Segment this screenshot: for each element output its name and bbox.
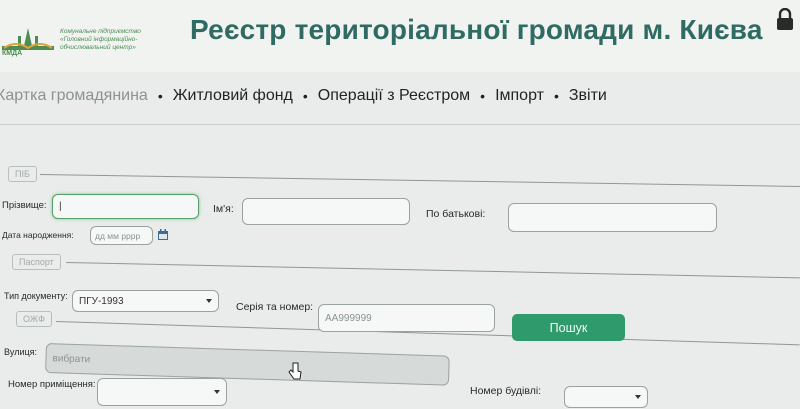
street-label: Вулиця: xyxy=(4,347,38,357)
doc-type-select[interactable]: ПГУ-1993 xyxy=(72,290,219,312)
building-label: Номер будівлі: xyxy=(470,385,542,397)
nav-item-reports[interactable]: Звіти xyxy=(569,87,607,105)
surname-input[interactable]: | xyxy=(52,194,199,219)
chevron-down-icon xyxy=(206,299,212,303)
nav-separator: • xyxy=(480,88,486,104)
patronymic-label: По батькові: xyxy=(426,208,486,220)
nav-item-housing-fund[interactable]: Житловий фонд xyxy=(173,87,293,105)
nav-item-registry-operations[interactable]: Операції з Реєстром xyxy=(318,87,470,105)
nav-separator: • xyxy=(157,88,163,104)
patronymic-input[interactable] xyxy=(508,203,717,232)
series-input[interactable]: АА999999 xyxy=(318,304,495,332)
search-button[interactable]: Пошук xyxy=(512,314,625,341)
birthdate-label: Дата народження: xyxy=(2,230,74,240)
org-line: обчислювальний центр» xyxy=(60,44,136,51)
nav-item-import[interactable]: Імпорт xyxy=(495,87,544,105)
section-passport-legend: Паспорт xyxy=(12,254,61,270)
name-input[interactable] xyxy=(242,198,410,225)
section-pib-legend: ПІБ xyxy=(8,166,37,182)
org-name: Комунальне підприємство «Головний інформ… xyxy=(60,28,160,52)
calendar-icon[interactable] xyxy=(157,229,169,241)
surname-label: Прізвище: xyxy=(2,200,47,211)
doc-type-label: Тип документу: xyxy=(4,291,68,301)
fieldset-border xyxy=(65,262,800,279)
chevron-down-icon xyxy=(214,390,220,394)
logo-caption: КМДА xyxy=(2,50,23,57)
fieldset-border xyxy=(39,174,800,187)
main-nav: Картка громадянина • Житловий фонд • Опе… xyxy=(0,78,800,114)
chevron-down-icon xyxy=(635,395,641,399)
nav-separator: • xyxy=(302,88,308,104)
room-label: Номер приміщення: xyxy=(8,379,96,390)
app-header: КМДА Комунальне підприємство «Головний і… xyxy=(0,0,800,72)
doc-type-value: ПГУ-1993 xyxy=(79,295,124,307)
building-select[interactable] xyxy=(564,386,648,408)
hand-cursor-icon xyxy=(288,362,302,380)
page-title: Реєстр територіальної громади м. Києва xyxy=(190,14,763,45)
divider xyxy=(0,124,800,125)
nav-item-citizen-card[interactable]: Картка громадянина xyxy=(0,87,148,105)
org-line: «Головний інформаційно- xyxy=(60,36,138,43)
org-line: Комунальне підприємство xyxy=(60,28,141,35)
birthdate-input[interactable]: дд мм рррр xyxy=(90,226,153,245)
name-label: Ім'я: xyxy=(213,203,234,215)
lock-icon[interactable] xyxy=(776,8,794,30)
series-label: Серія та номер: xyxy=(236,301,314,313)
section-address-legend: ОЖФ xyxy=(16,311,52,327)
room-select[interactable] xyxy=(97,378,227,406)
nav-separator: • xyxy=(553,88,559,104)
